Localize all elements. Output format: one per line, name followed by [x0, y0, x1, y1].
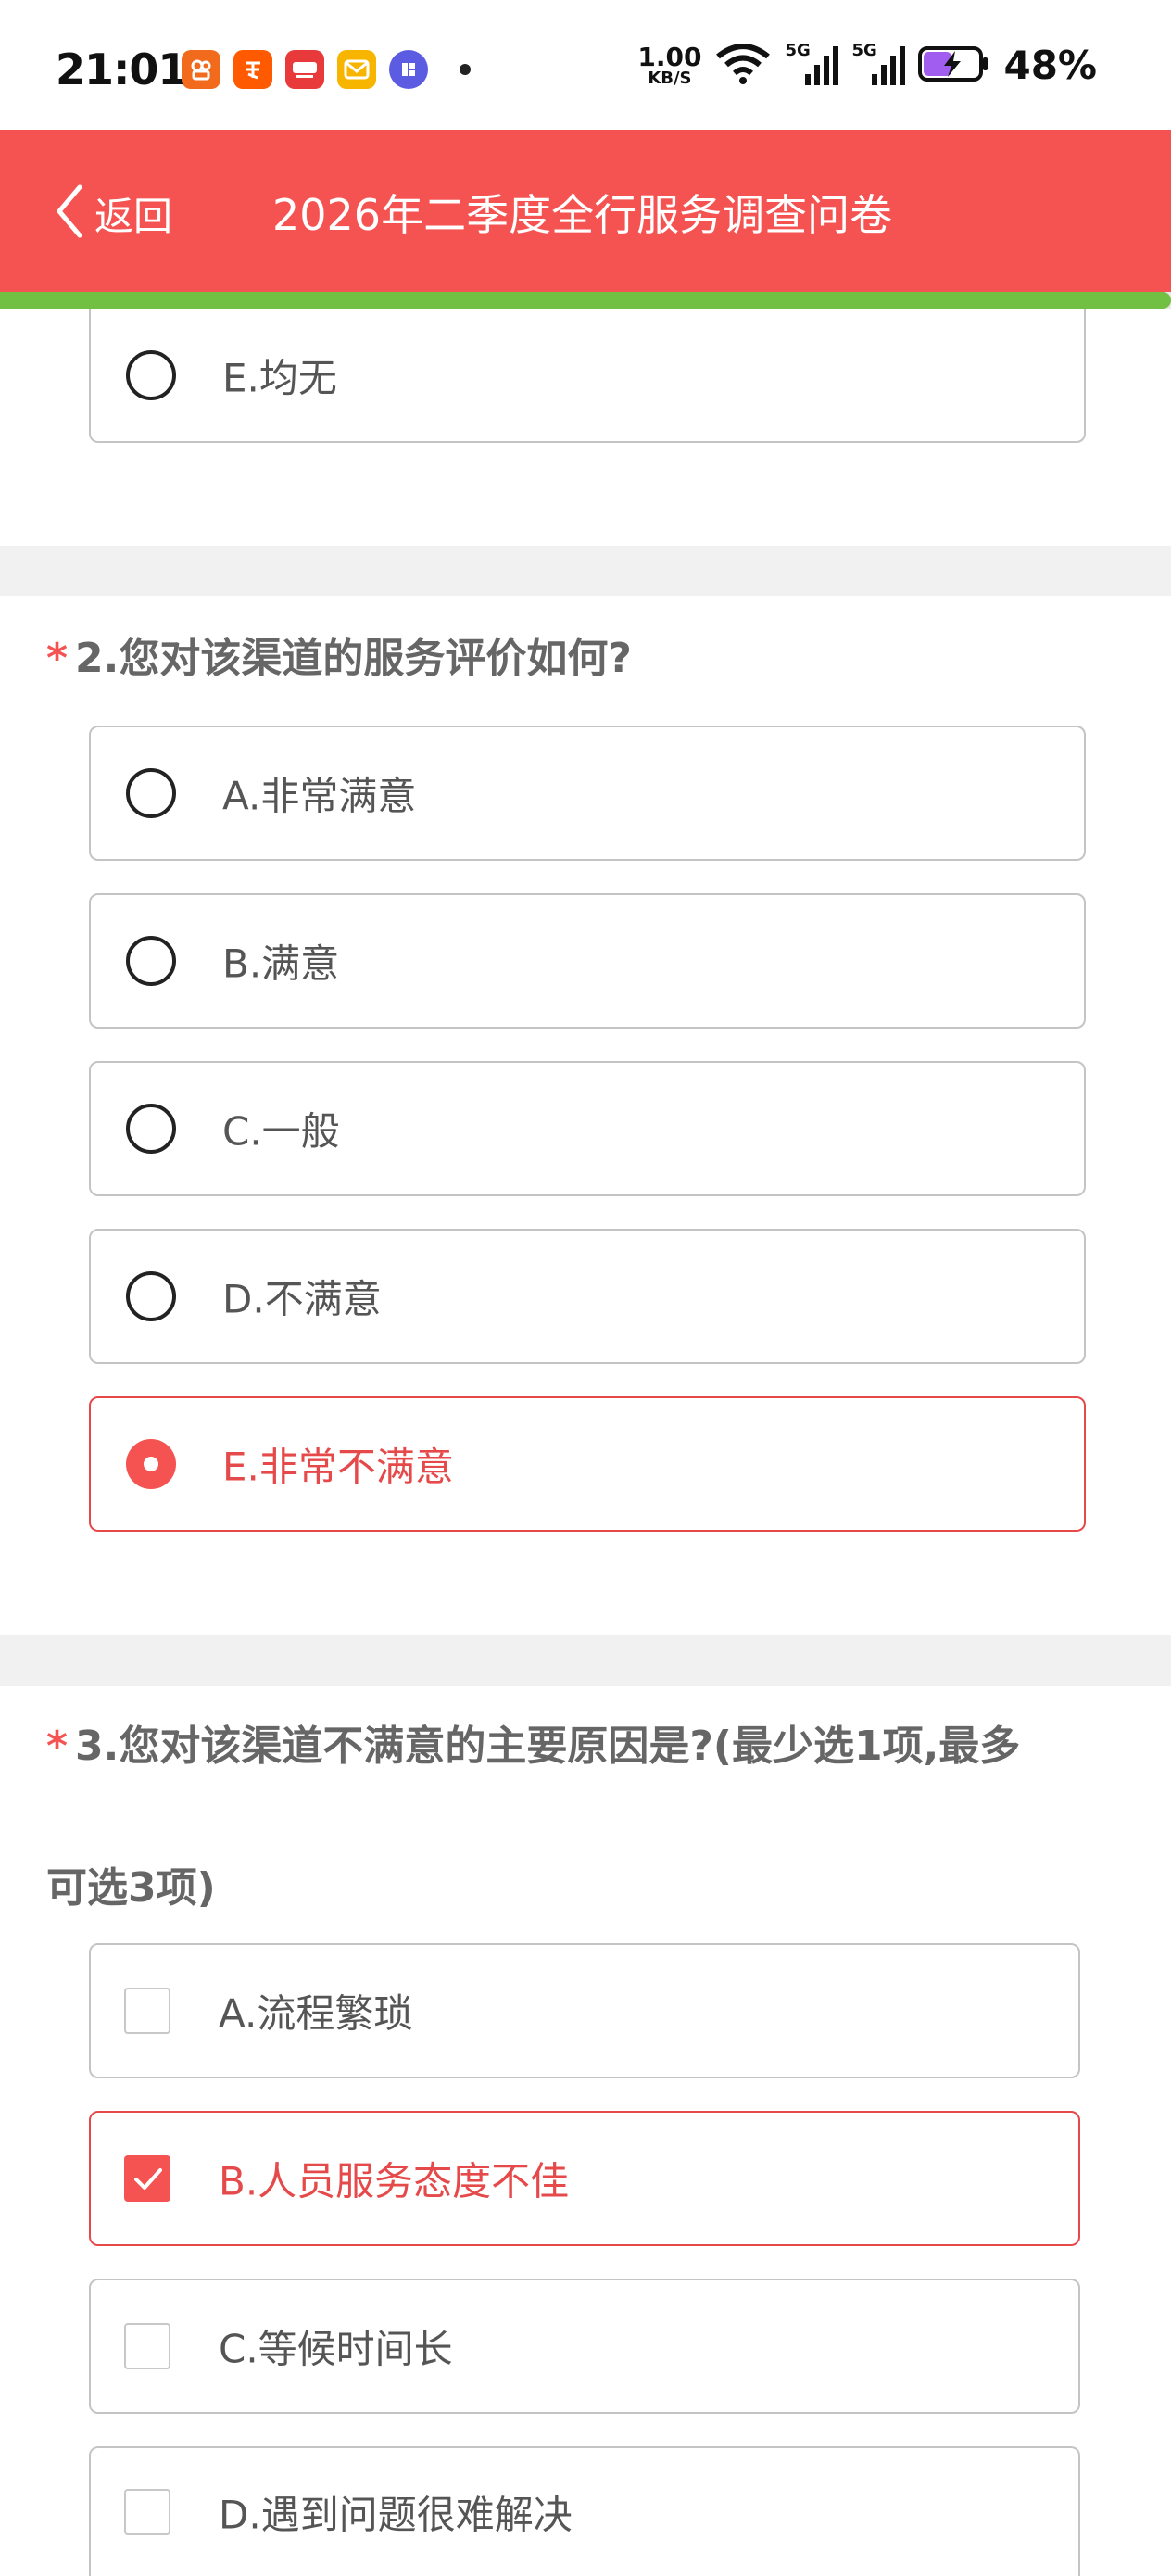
question-3-title: * 3.您对该渠道不满意的主要原因是?(最少选1项,最多 [46, 1726, 1020, 1767]
q1-option-e[interactable]: E.均无 [89, 309, 1086, 443]
q2-option-e[interactable]: E.非常不满意 [89, 1396, 1086, 1532]
q2-option-d[interactable]: D.不满意 [89, 1229, 1086, 1364]
option-label: C.等候时间长 [219, 2326, 453, 2372]
tieba-icon [389, 50, 428, 89]
question-3-text-line1: 3.您对该渠道不满意的主要原因是?(最少选1项,最多 [75, 1723, 1021, 1770]
required-mark: * [46, 635, 69, 682]
network-speed: 1.00 KB/S [637, 44, 701, 87]
option-label: A.非常满意 [222, 773, 417, 819]
radio-button[interactable] [126, 1271, 176, 1321]
question-2-text: 2.您对该渠道的服务评价如何? [75, 635, 632, 682]
checkbox[interactable] [124, 2489, 170, 2535]
network-speed-unit: KB/S [648, 68, 692, 88]
option-label: A.流程繁琐 [219, 1990, 413, 2037]
page-title: 2026年二季度全行服务调查问卷 [272, 190, 893, 240]
radio-button[interactable] [126, 936, 176, 986]
back-button[interactable]: 返回 [54, 183, 172, 243]
q2-option-b[interactable]: B.满意 [89, 893, 1086, 1029]
radio-button[interactable] [126, 1104, 176, 1154]
kuaishou-icon [182, 50, 220, 89]
radio-button-checked[interactable] [126, 1439, 176, 1489]
checkmark-icon [134, 2168, 162, 2190]
section-divider [0, 546, 1171, 596]
option-label: D.不满意 [222, 1276, 382, 1322]
mail-icon [337, 50, 376, 89]
q3-option-c[interactable]: C.等候时间长 [89, 2279, 1080, 2414]
section-divider [0, 1635, 1171, 1686]
option-label: B.满意 [222, 941, 340, 987]
q3-option-b[interactable]: B.人员服务态度不佳 [89, 2111, 1080, 2246]
radio-button[interactable] [126, 349, 176, 400]
option-label: D.遇到问题很难解决 [219, 2492, 573, 2538]
nav-bar: 返回 2026年二季度全行服务调查问卷 [0, 130, 1171, 292]
q2-option-a[interactable]: A.非常满意 [89, 726, 1086, 861]
status-bar: 21:01 1.00 KB/S 5G 5G 48% [0, 0, 1171, 130]
option-label: E.均无 [222, 355, 337, 400]
option-label: B.人员服务态度不佳 [219, 2158, 570, 2204]
radio-button[interactable] [126, 768, 176, 818]
option-label: C.一般 [222, 1108, 340, 1155]
taobao-icon [233, 50, 272, 89]
checkbox[interactable] [124, 2323, 170, 2369]
option-label: E.非常不满意 [222, 1444, 454, 1490]
required-mark: * [46, 1723, 69, 1770]
back-label: 返回 [94, 193, 173, 239]
signal-icon: 5G [785, 41, 839, 87]
battery-charging-icon [918, 45, 990, 86]
more-notifications-dot [460, 64, 471, 75]
progress-bar [0, 292, 1171, 309]
chevron-left-icon [54, 183, 85, 243]
question-3-text-line2: 可选3项) [46, 1864, 216, 1912]
wifi-icon [714, 43, 772, 88]
progress-bar-fill [0, 292, 1171, 309]
notification-icons [182, 50, 471, 89]
status-time: 21:01 [56, 44, 187, 95]
checkbox-checked[interactable] [124, 2155, 170, 2202]
status-indicators: 1.00 KB/S 5G 5G 48% [637, 41, 1097, 89]
question-2-title: * 2.您对该渠道的服务评价如何? [46, 638, 632, 679]
q3-option-d[interactable]: D.遇到问题很难解决 [89, 2446, 1080, 2576]
network-speed-value: 1.00 [637, 41, 702, 72]
battery-percent: 48% [1003, 43, 1097, 88]
signal-icon-2: 5G [851, 41, 906, 87]
q3-option-a[interactable]: A.流程繁琐 [89, 1943, 1080, 2078]
q2-option-c[interactable]: C.一般 [89, 1061, 1086, 1196]
checkbox[interactable] [124, 1988, 170, 2034]
baijiahao-icon [285, 50, 324, 89]
